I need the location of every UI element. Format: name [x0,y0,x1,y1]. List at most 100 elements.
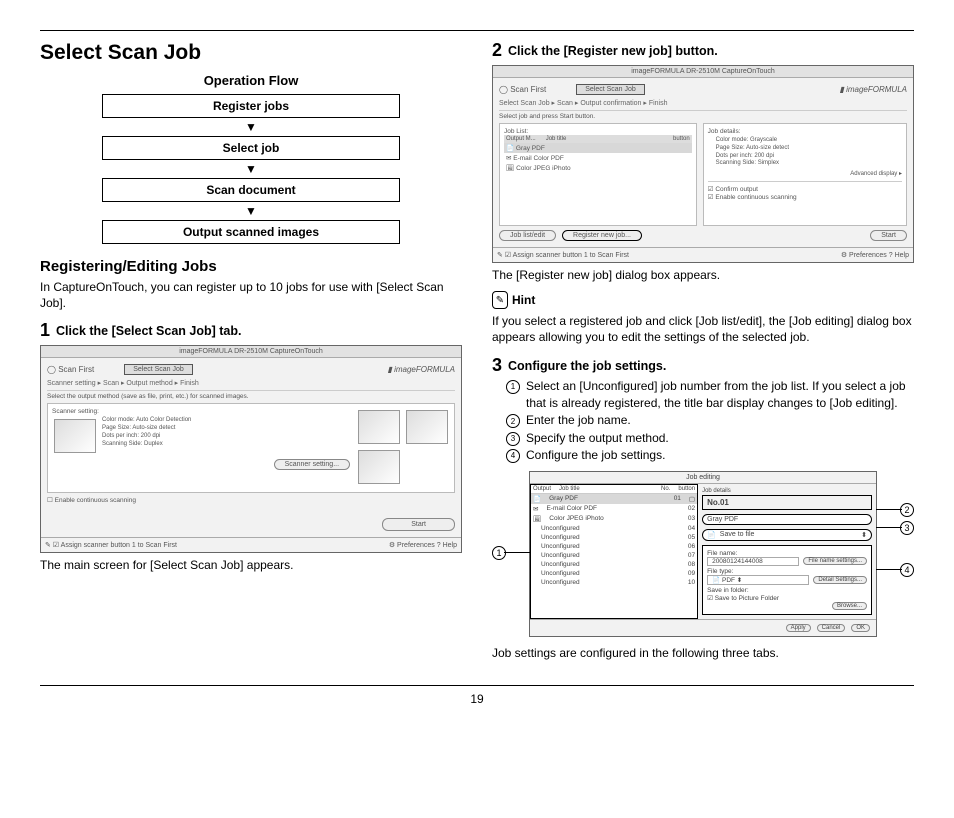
detail-row: Page Size: Auto-size detect [716,145,902,153]
register-new-job-button[interactable]: Register new job... [562,230,642,241]
figure-job-editing: 1 2 3 4 Job editing Output Job title No.… [492,471,914,641]
joblist-heading: Job List: [504,128,692,135]
job-row[interactable]: 📄 Gray PDF [504,143,692,153]
brand-logo: ▮ imageFORMULA [387,365,455,374]
top-rule [40,30,914,31]
flow-box-output: Output scanned images [102,220,399,244]
job-editing-dialog: Job editing Output Job title No. button … [529,471,877,637]
help-link[interactable]: ? Help [437,542,457,549]
instruction-text: Select job and press Start button. [499,110,907,120]
setting-row: Dots per inch: 200 dpi [102,433,191,441]
circled-1-icon: 1 [506,380,520,394]
col-output: Output M... [506,136,536,142]
confirm-output-checkbox[interactable]: ☑ Confirm output [708,185,902,193]
job-row[interactable]: Unconfigured08 [531,560,697,569]
callout-line [504,552,530,553]
wizard-steps: Select Scan Job ▸ Scan ▸ Output confirma… [499,99,907,107]
enable-continuous-checkbox[interactable]: ☐ Enable continuous scanning [47,496,455,504]
col-title: Job title [546,136,567,142]
joblist-edit-button[interactable]: Job list/edit [499,230,556,241]
content-columns: Select Scan Job Operation Flow Register … [40,41,914,665]
cancel-button[interactable]: Cancel [817,624,846,632]
job-row[interactable]: Unconfigured10 [531,578,697,587]
right-column: 2 Click the [Register new job] button. i… [492,41,914,665]
filetype-select[interactable]: 📄 PDF ⬍ [707,575,809,585]
job-name-field[interactable]: Gray PDF [702,514,872,525]
filetype-label: File type: [707,568,867,575]
job-row[interactable]: ✉ E-mail Color PDF [504,153,692,163]
job-row[interactable]: 📄Gray PDF01▢ [531,494,697,504]
jobdetails-heading: Job details [702,488,872,494]
page-title: Select Scan Job [40,41,462,65]
flow-box-select: Select job [102,136,399,160]
output-method-field[interactable]: 📄Save to file⬍ [702,529,872,541]
job-row[interactable]: 🖼 Color JPEG iPhoto [504,163,692,173]
save-to-picture-checkbox[interactable]: ☑ Save to Picture Folder [707,594,867,602]
start-button[interactable]: Start [382,518,455,531]
callout-2-icon: 2 [900,503,914,517]
tab-select-scan-job[interactable]: Select Scan Job [124,364,193,375]
figure-select-scan-job-screen: imageFORMULA DR-2510M CaptureOnTouch ◯ S… [40,345,462,553]
filename-settings-button[interactable]: File name settings... [803,557,867,565]
assign-scanner-button-checkbox[interactable]: Assign scanner button 1 to Scan First [61,542,177,549]
job-row[interactable]: Unconfigured06 [531,542,697,551]
substep-text: Select an [Unconfigured] job number from… [526,378,914,413]
job-row[interactable]: 🖼Color JPEG iPhoto03 [531,514,697,524]
jobdetails-heading: Job details: [708,128,902,135]
step-instruction: Click the [Register new job] button. [508,41,718,58]
setting-row: Color mode: Auto Color Detection [102,417,191,425]
registering-intro: In CaptureOnTouch, you can register up t… [40,279,462,311]
callout-line [876,509,902,510]
job-list: Output Job title No. button 📄Gray PDF01▢… [530,484,698,619]
detail-settings-button[interactable]: Detail Settings... [813,576,867,584]
brand-logo: ▮ imageFORMULA [839,85,907,94]
tab-scan-first[interactable]: Scan First [58,365,94,374]
flow-box-register: Register jobs [102,94,399,118]
col-no: No. [661,486,670,492]
registering-heading: Registering/Editing Jobs [40,258,462,275]
step-number: 3 [492,356,502,374]
setting-row: Page Size: Auto-size detect [102,425,191,433]
wizard-steps: Scanner setting ▸ Scan ▸ Output method ▸… [47,379,455,387]
circled-4-icon: 4 [506,449,520,463]
scanner-setting-label: Scanner setting: [52,408,350,415]
detail-row: Color mode: Grayscale [716,137,902,145]
job-row[interactable]: Unconfigured07 [531,551,697,560]
flow-arrow-icon: ▼ [40,162,462,176]
callout-1-icon: 1 [492,546,506,560]
figure-register-new-job-screen: imageFORMULA DR-2510M CaptureOnTouch ◯ S… [492,65,914,263]
job-row[interactable]: Unconfigured04 [531,524,697,533]
scanner-thumbnail-icon [54,419,96,453]
savein-label: Save in folder: [707,587,867,594]
hint-icon: ✎ [492,291,508,309]
callout-line [876,569,902,570]
job-row[interactable]: Unconfigured09 [531,569,697,578]
advanced-display-link[interactable]: Advanced display ▸ [708,170,902,177]
browse-button[interactable]: Browse... [832,602,867,610]
tab-scan-first[interactable]: Scan First [510,85,546,94]
preferences-link[interactable]: ⚙ Preferences [389,542,435,549]
apply-button[interactable]: Apply [786,624,811,632]
step-1: 1 Click the [Select Scan Job] tab. [40,321,462,339]
step-number: 2 [492,41,502,59]
assign-scanner-button-checkbox[interactable]: Assign scanner button 1 to Scan First [513,252,629,259]
dialog-titlebar: Job editing [530,472,876,484]
scanner-setting-button[interactable]: Scanner setting... [274,459,350,470]
circled-2-icon: 2 [506,414,520,428]
help-link[interactable]: ? Help [889,252,909,259]
file-settings-group: File name: 20080124144008 File name sett… [702,545,872,615]
job-row[interactable]: Unconfigured05 [531,533,697,542]
enable-continuous-checkbox[interactable]: ☑ Enable continuous scanning [708,193,902,201]
ok-button[interactable]: OK [851,624,870,632]
hint-label: Hint [512,293,535,307]
window-titlebar: imageFORMULA DR-2510M CaptureOnTouch [493,66,913,78]
left-column: Select Scan Job Operation Flow Register … [40,41,462,665]
tab-select-scan-job[interactable]: Select Scan Job [576,84,645,95]
col-title: Job title [559,486,580,492]
col-button: button [673,136,690,142]
job-row[interactable]: ✉E-mail Color PDF02 [531,504,697,514]
preferences-link[interactable]: ⚙ Preferences [841,252,887,259]
detail-row: Dots per inch: 200 dpi [716,153,902,161]
start-button[interactable]: Start [870,230,907,241]
filename-value[interactable]: 20080124144008 [707,557,799,566]
